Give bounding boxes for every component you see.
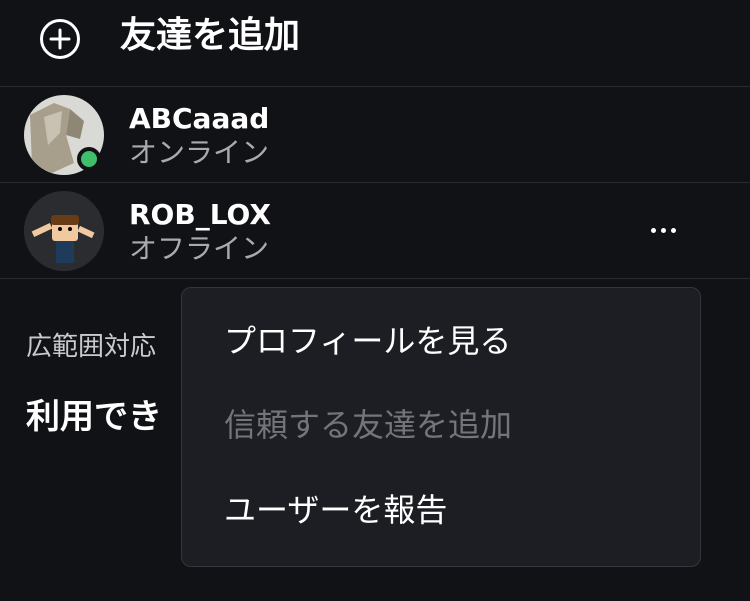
- context-menu: プロフィールを見る 信頼する友達を追加 ユーザーを報告: [181, 287, 701, 567]
- friend-name: ABCaaad: [129, 102, 270, 135]
- friend-row[interactable]: ROB_LOX オフライン: [0, 183, 750, 279]
- friend-name: ROB_LOX: [129, 198, 271, 231]
- page-title: 友達を追加: [120, 15, 301, 56]
- friend-row[interactable]: ABCaaad オンライン: [0, 87, 750, 183]
- more-options-ellipsis-icon[interactable]: [640, 213, 686, 247]
- section-label: 広範囲対応: [26, 332, 157, 362]
- friend-status: オフライン: [129, 232, 270, 265]
- section-heading: 利用でき: [26, 397, 162, 437]
- friend-status: オンライン: [129, 136, 270, 169]
- add-trusted-friend-menu-item: 信頼する友達を追加: [224, 406, 513, 444]
- avatar: [24, 191, 104, 271]
- view-profile-menu-item[interactable]: プロフィールを見る: [224, 319, 511, 363]
- online-status-dot: [77, 147, 101, 171]
- report-user-menu-item[interactable]: ユーザーを報告: [224, 488, 447, 532]
- header: 友達を追加: [0, 0, 750, 87]
- add-friend-plus-icon[interactable]: [39, 18, 81, 60]
